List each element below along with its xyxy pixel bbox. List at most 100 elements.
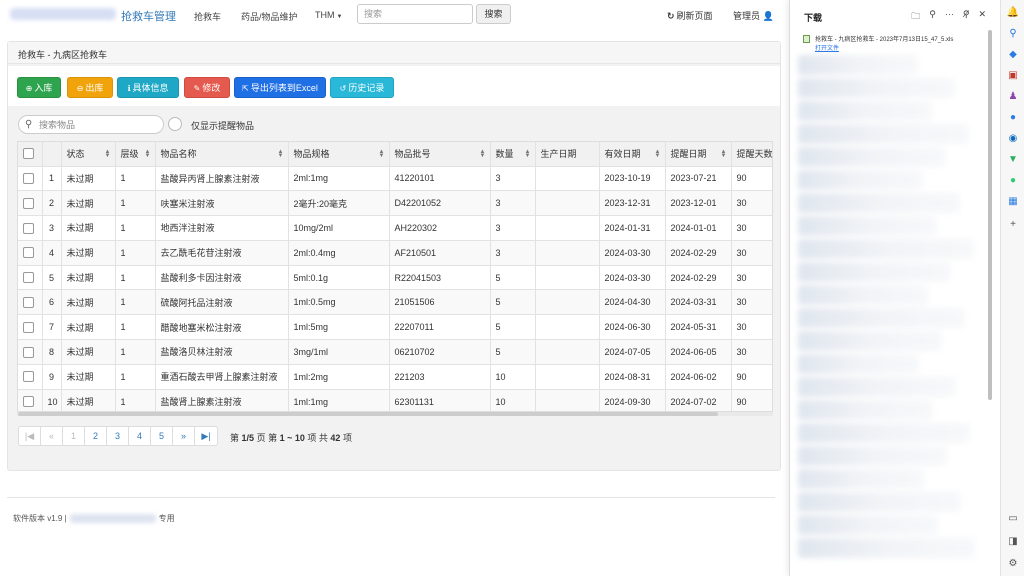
export-excel-button[interactable]: ⇱ 导出列表到Excel [234, 77, 326, 98]
stock-in-button[interactable]: ⊕ 入库 [17, 77, 61, 98]
unpin-icon[interactable]: ⚲̸ [963, 9, 970, 25]
office-icon[interactable]: ● [1006, 111, 1020, 125]
table-row[interactable]: 3 未过期 1 地西泮注射液 10mg/2ml AH220302 3 2024-01-31 20… [18, 215, 772, 241]
production-date-cell [535, 215, 600, 241]
header-level[interactable]: 层级 ▲ ▼ [115, 142, 156, 167]
row-checkbox[interactable] [23, 222, 34, 234]
nav-dropdown-thm[interactable]: THM ▼ [315, 10, 342, 20]
excel-file-icon [803, 35, 810, 43]
scrollbar-thumb[interactable] [18, 412, 718, 416]
table-row[interactable]: 2 未过期 1 呋塞米注射液 2毫升:20毫克 D42201052 3 2023-12-31 2… [18, 190, 772, 217]
page-5-button[interactable]: 5 [151, 427, 173, 445]
downloads-panel: 下载 🗀 ⚲ ··· ⚲̸ ✕ 抢救车 - 九病区抢救车 - 2023年7月13… [789, 0, 1000, 576]
row-checkbox[interactable] [23, 296, 34, 308]
bell-icon[interactable]: 🔔 [1006, 6, 1020, 20]
open-file-link[interactable]: 打开文件 [815, 43, 839, 52]
edit-button[interactable]: ✎ 修改 [184, 77, 230, 98]
row-checkbox[interactable] [23, 247, 34, 259]
table-row[interactable]: 4 未过期 1 去乙酰毛花苷注射液 2ml:0.4mg AF210501 3 2024-03-… [18, 240, 772, 266]
history-button[interactable]: ↺ 历史记录 [330, 77, 394, 98]
page-3-button[interactable]: 3 [107, 427, 129, 445]
sidebar-toggle-icon[interactable]: ◨ [1006, 535, 1020, 549]
row-checkbox-cell[interactable] [18, 215, 43, 241]
row-checkbox-cell[interactable] [18, 339, 43, 365]
screen-capture-icon[interactable]: ▭ [1006, 512, 1020, 526]
downloads-scrollbar[interactable] [988, 30, 992, 400]
batch-number-cell: 21051506 [389, 289, 491, 316]
table-row[interactable]: 10 未过期 1 盐酸肾上腺素注射液 1ml:1mg 62301131 10 2024-09-… [18, 389, 772, 411]
translate-icon[interactable]: ▦ [1006, 195, 1020, 209]
nav-search-button[interactable]: 搜索 [476, 4, 511, 24]
search-icon[interactable]: ⚲ [1006, 27, 1020, 41]
people-icon[interactable]: ♟ [1006, 90, 1020, 104]
reminder-only-toggle[interactable] [168, 117, 182, 131]
row-checkbox[interactable] [23, 396, 34, 408]
header-status[interactable]: 状态 ▲ ▼ [61, 142, 116, 167]
header-reminder-days[interactable]: 提醒天数 [731, 142, 772, 167]
row-checkbox-cell[interactable] [18, 364, 43, 390]
select-all-checkbox[interactable] [23, 148, 34, 160]
row-checkbox-cell[interactable] [18, 166, 43, 192]
nav-link-cart[interactable]: 抢救车 [194, 10, 221, 23]
stock-out-button[interactable]: ⊖ 出库 [67, 77, 113, 98]
table-row[interactable]: 6 未过期 1 硫酸阿托品注射液 1ml:0.5mg 21051506 5 2024-04-3… [18, 289, 772, 316]
row-checkbox-cell[interactable] [18, 289, 43, 316]
header-expiry-date[interactable]: 有效日期 ▲ ▼ [599, 142, 666, 167]
add-icon[interactable]: + [1006, 218, 1020, 232]
row-checkbox[interactable] [23, 346, 34, 358]
refresh-page-link[interactable]: ↻ 刷新页面 [667, 9, 713, 22]
row-checkbox-cell[interactable] [18, 265, 43, 291]
prev-page-button[interactable]: « [41, 427, 63, 445]
items-table-container[interactable]: 状态 ▲ ▼ 层级 ▲ ▼ 物品名称 ▲ ▼ 物品规格 ▲ ▼ 物品批号 ▲ ▼ 数量 ▲ ▼ 生产日期… [17, 141, 773, 412]
open-folder-icon[interactable]: 🗀 [911, 9, 920, 25]
table-row[interactable]: 9 未过期 1 重酒石酸去甲肾上腺素注射液 1ml:2mg 221203 10 2024-08… [18, 364, 772, 390]
sort-icon: ▲ ▼ [378, 149, 385, 159]
settings-icon[interactable]: ⚙ [1006, 557, 1020, 571]
row-checkbox[interactable] [23, 321, 34, 333]
toolbox-icon[interactable]: ▣ [1006, 69, 1020, 83]
page-1-button[interactable]: 1 [63, 427, 85, 445]
row-checkbox[interactable] [23, 371, 34, 383]
app-title[interactable]: 抢救车管理 [121, 8, 176, 24]
row-checkbox[interactable] [23, 197, 34, 209]
export-excel-label: 导出列表到Excel [250, 83, 318, 93]
spotify-icon[interactable]: ● [1006, 174, 1020, 188]
table-row[interactable]: 7 未过期 1 醋酸地塞米松注射液 1ml:5mg 22207011 5 2024-06-30… [18, 314, 772, 341]
first-page-button[interactable]: |◀ [19, 427, 41, 445]
row-checkbox[interactable] [23, 172, 34, 184]
table-row[interactable]: 5 未过期 1 盐酸利多卡因注射液 5ml:0.1g R22041503 5 2024-03-… [18, 265, 772, 291]
table-row[interactable]: 8 未过期 1 盐酸洛贝林注射液 3mg/1ml 06210702 5 2024-07-05 2… [18, 339, 772, 365]
item-search-input[interactable] [18, 115, 164, 134]
select-all-checkbox-cell[interactable] [18, 142, 43, 167]
header-batch-number[interactable]: 物品批号 ▲ ▼ [389, 142, 491, 167]
reminder-date-cell: 2024-03-31 [665, 289, 732, 316]
detail-info-button[interactable]: ℹ 具体信息 [117, 77, 179, 98]
row-checkbox-cell[interactable] [18, 240, 43, 266]
redacted-download-row [798, 538, 975, 558]
page-2-button[interactable]: 2 [85, 427, 107, 445]
header-reminder-date[interactable]: 提醒日期 ▲ ▼ [665, 142, 732, 167]
table-row[interactable]: 1 未过期 1 盐酸异丙肾上腺素注射液 2ml:1mg 41220101 3 2023-10-… [18, 166, 772, 192]
more-options-icon[interactable]: ··· [945, 9, 954, 25]
row-checkbox-cell[interactable] [18, 190, 43, 217]
next-page-button[interactable]: » [173, 427, 195, 445]
last-page-button[interactable]: ▶| [195, 427, 217, 445]
header-quantity[interactable]: 数量 ▲ ▼ [490, 142, 536, 167]
header-item-spec[interactable]: 物品规格 ▲ ▼ [288, 142, 390, 167]
search-icon[interactable]: ⚲ [929, 9, 936, 25]
close-icon[interactable]: ✕ [978, 9, 986, 25]
tag-icon[interactable]: ◆ [1006, 48, 1020, 62]
row-checkbox-cell[interactable] [18, 389, 43, 411]
outlook-icon[interactable]: ◉ [1006, 132, 1020, 146]
games-icon[interactable]: ▼ [1006, 153, 1020, 167]
header-production-date[interactable]: 生产日期 [535, 142, 600, 167]
horizontal-scrollbar[interactable] [17, 412, 773, 416]
row-checkbox[interactable] [23, 272, 34, 284]
nav-link-drug-maintenance[interactable]: 药品/物品维护 [241, 10, 298, 23]
user-menu[interactable]: 管理员 👤 [733, 9, 774, 22]
header-item-name[interactable]: 物品名称 ▲ ▼ [155, 142, 289, 167]
page-4-button[interactable]: 4 [129, 427, 151, 445]
header-label: 物品批号 [394, 149, 431, 160]
nav-search-input[interactable] [357, 4, 473, 24]
row-checkbox-cell[interactable] [18, 314, 43, 341]
